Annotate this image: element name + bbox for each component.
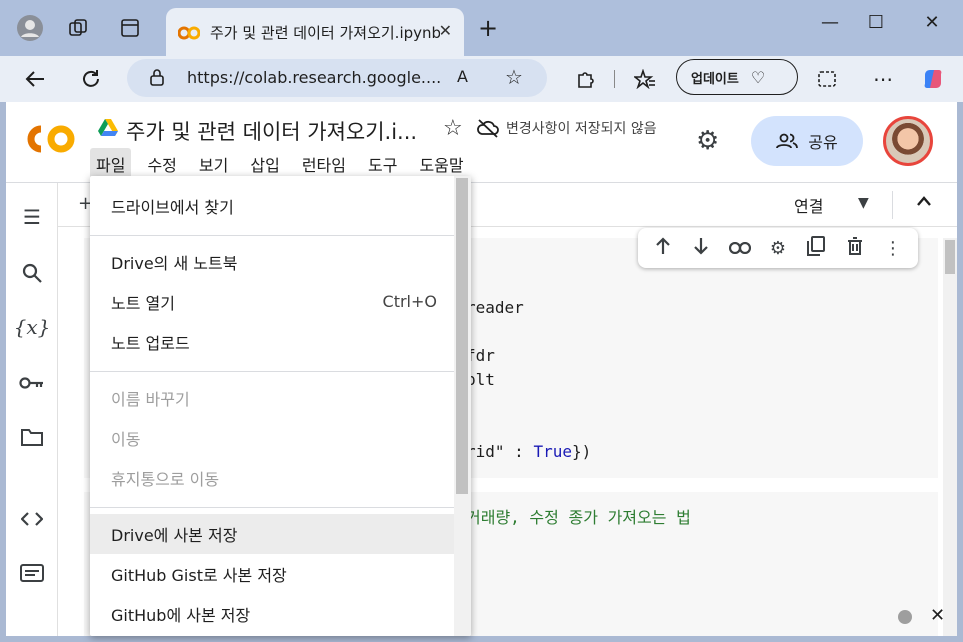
star-notebook-icon[interactable]: ☆ bbox=[443, 116, 463, 141]
code-punct: }) bbox=[571, 442, 592, 461]
secrets-key-icon[interactable] bbox=[18, 369, 46, 397]
code-string: rid" : bbox=[466, 442, 534, 461]
profile-icon[interactable] bbox=[14, 12, 46, 44]
menu-item-label: Drive에 사본 저장 bbox=[111, 526, 238, 545]
toolbar-divider bbox=[614, 70, 615, 88]
menu-item-label: 드라이브에서 찾기 bbox=[111, 198, 234, 217]
left-sidebar: ☰ {x} bbox=[6, 183, 58, 636]
notebook-scroll-thumb[interactable] bbox=[945, 240, 955, 274]
colab-page: 주가 및 관련 데이터 가져오기.i... ☆ 변경사항이 저장되지 않음 ⚙ … bbox=[6, 102, 957, 636]
menu-item-label: GitHub Gist로 사본 저장 bbox=[111, 566, 287, 585]
menu-item-label: 휴지통으로 이동 bbox=[111, 470, 220, 489]
menu-item-rename: 이름 바꾸기 bbox=[90, 378, 455, 418]
unsaved-status: 변경사항이 저장되지 않음 bbox=[506, 121, 657, 137]
browser-toolbar: https://colab.research.google.... A ☆ 업데… bbox=[0, 56, 963, 102]
code-keyword: True bbox=[533, 442, 572, 461]
tab-close-icon[interactable]: ✕ bbox=[439, 21, 452, 40]
update-label: 업데이트 bbox=[691, 71, 739, 87]
code-snippets-icon[interactable] bbox=[18, 505, 46, 533]
cell-toolbar: ⚙ ⋮ bbox=[638, 228, 918, 268]
favorite-star-icon[interactable]: ☆ bbox=[505, 65, 523, 89]
menu-item-find-in-drive[interactable]: 드라이브에서 찾기 bbox=[90, 186, 455, 226]
search-icon[interactable] bbox=[18, 259, 46, 287]
vertical-tabs-icon[interactable] bbox=[114, 12, 146, 44]
status-dot bbox=[898, 610, 912, 624]
connect-button[interactable]: 연결 bbox=[794, 193, 823, 217]
move-cell-down-icon[interactable] bbox=[688, 237, 714, 260]
link-icon[interactable] bbox=[727, 238, 753, 259]
colab-favicon-icon bbox=[177, 25, 201, 40]
people-icon bbox=[776, 133, 799, 149]
share-button[interactable]: 공유 bbox=[751, 116, 863, 166]
close-window-icon[interactable]: ✕ bbox=[912, 12, 952, 33]
menu-divider bbox=[90, 235, 455, 236]
notebook-title[interactable]: 주가 및 관련 데이터 가져오기.i... bbox=[126, 116, 417, 146]
menu-divider bbox=[90, 371, 455, 372]
menu-divider bbox=[90, 507, 455, 508]
menu-item-move-to-trash: 휴지통으로 이동 bbox=[90, 458, 455, 498]
code-line: reader bbox=[466, 298, 524, 317]
file-menu-dropdown: 드라이브에서 찾기 Drive의 새 노트북 노트 열기 Ctrl+O 노트 업… bbox=[90, 176, 471, 636]
colab-logo-icon[interactable] bbox=[24, 122, 78, 156]
menu-item-label: GitHub에 사본 저장 bbox=[111, 606, 251, 625]
delete-cell-icon[interactable] bbox=[842, 236, 868, 260]
code-comment: 거래량, 수정 종가 가져오는 법 bbox=[466, 508, 691, 527]
more-options-icon[interactable]: ⋯ bbox=[866, 62, 900, 96]
menu-item-save-copy-drive[interactable]: Drive에 사본 저장 bbox=[90, 514, 455, 554]
update-button[interactable]: 업데이트 ♡ bbox=[676, 59, 798, 95]
lock-icon[interactable] bbox=[149, 68, 165, 90]
refresh-icon[interactable] bbox=[74, 62, 108, 96]
code-line: rid" : True}) bbox=[466, 442, 591, 461]
cell-settings-gear-icon[interactable]: ⚙ bbox=[765, 238, 791, 259]
user-avatar[interactable] bbox=[883, 116, 933, 166]
read-aloud-icon[interactable]: A bbox=[457, 67, 468, 86]
screenshot-icon[interactable] bbox=[810, 62, 844, 96]
close-panel-icon[interactable]: ✕ bbox=[930, 605, 945, 626]
command-palette-icon[interactable] bbox=[18, 559, 46, 587]
url-text[interactable]: https://colab.research.google.... bbox=[187, 68, 441, 87]
address-bar[interactable]: https://colab.research.google.... A ☆ bbox=[127, 59, 547, 97]
menu-item-open-notebook[interactable]: 노트 열기 Ctrl+O bbox=[90, 282, 455, 322]
table-of-contents-icon[interactable]: ☰ bbox=[18, 203, 46, 231]
menu-item-label: 이동 bbox=[111, 430, 141, 449]
active-tab[interactable]: 주가 및 관련 데이터 가져오기.ipynb ✕ bbox=[166, 8, 464, 56]
copilot-icon[interactable] bbox=[916, 62, 950, 96]
back-icon[interactable] bbox=[18, 62, 52, 96]
collections-icon[interactable] bbox=[62, 12, 94, 44]
settings-gear-icon[interactable]: ⚙ bbox=[696, 126, 719, 156]
menu-item-new-notebook[interactable]: Drive의 새 노트북 bbox=[90, 242, 455, 282]
favorites-icon[interactable] bbox=[628, 62, 662, 96]
menu-scrollbar[interactable] bbox=[454, 176, 471, 636]
minimize-icon[interactable]: — bbox=[810, 12, 850, 33]
cloud-off-icon bbox=[476, 118, 500, 138]
browser-tab-strip: 주가 및 관련 데이터 가져오기.ipynb ✕ + — ☐ ✕ bbox=[0, 0, 963, 56]
menu-item-label: Drive의 새 노트북 bbox=[111, 254, 238, 273]
menu-item-move: 이동 bbox=[90, 418, 455, 458]
heart-alert-icon: ♡ bbox=[750, 67, 766, 87]
more-actions-icon[interactable]: ⋮ bbox=[880, 238, 906, 259]
files-folder-icon[interactable] bbox=[18, 423, 46, 451]
share-label: 공유 bbox=[808, 133, 838, 152]
toolbar-separator bbox=[892, 191, 893, 219]
mirror-cell-icon[interactable] bbox=[803, 235, 829, 261]
variables-icon[interactable]: {x} bbox=[14, 313, 51, 341]
menu-item-label: 노트 열기 bbox=[111, 294, 175, 313]
connect-dropdown-icon[interactable]: ▼ bbox=[858, 195, 869, 211]
notebook-scrollbar[interactable] bbox=[943, 238, 957, 636]
maximize-icon[interactable]: ☐ bbox=[856, 12, 896, 33]
tab-title: 주가 및 관련 데이터 가져오기.ipynb bbox=[210, 23, 440, 42]
extensions-icon[interactable] bbox=[568, 62, 602, 96]
new-tab-button[interactable]: + bbox=[478, 14, 498, 42]
collapse-header-icon[interactable] bbox=[916, 191, 932, 212]
move-cell-up-icon[interactable] bbox=[650, 236, 676, 260]
menu-item-upload-notebook[interactable]: 노트 업로드 bbox=[90, 322, 455, 362]
menu-scroll-thumb[interactable] bbox=[456, 178, 468, 494]
shortcut-label: Ctrl+O bbox=[382, 292, 437, 311]
menu-item-save-copy-github[interactable]: GitHub에 사본 저장 bbox=[90, 594, 455, 634]
menu-item-label: 이름 바꾸기 bbox=[111, 390, 190, 409]
menu-item-label: 노트 업로드 bbox=[111, 334, 190, 353]
google-drive-icon[interactable] bbox=[98, 119, 118, 137]
menu-item-save-copy-gist[interactable]: GitHub Gist로 사본 저장 bbox=[90, 554, 455, 594]
